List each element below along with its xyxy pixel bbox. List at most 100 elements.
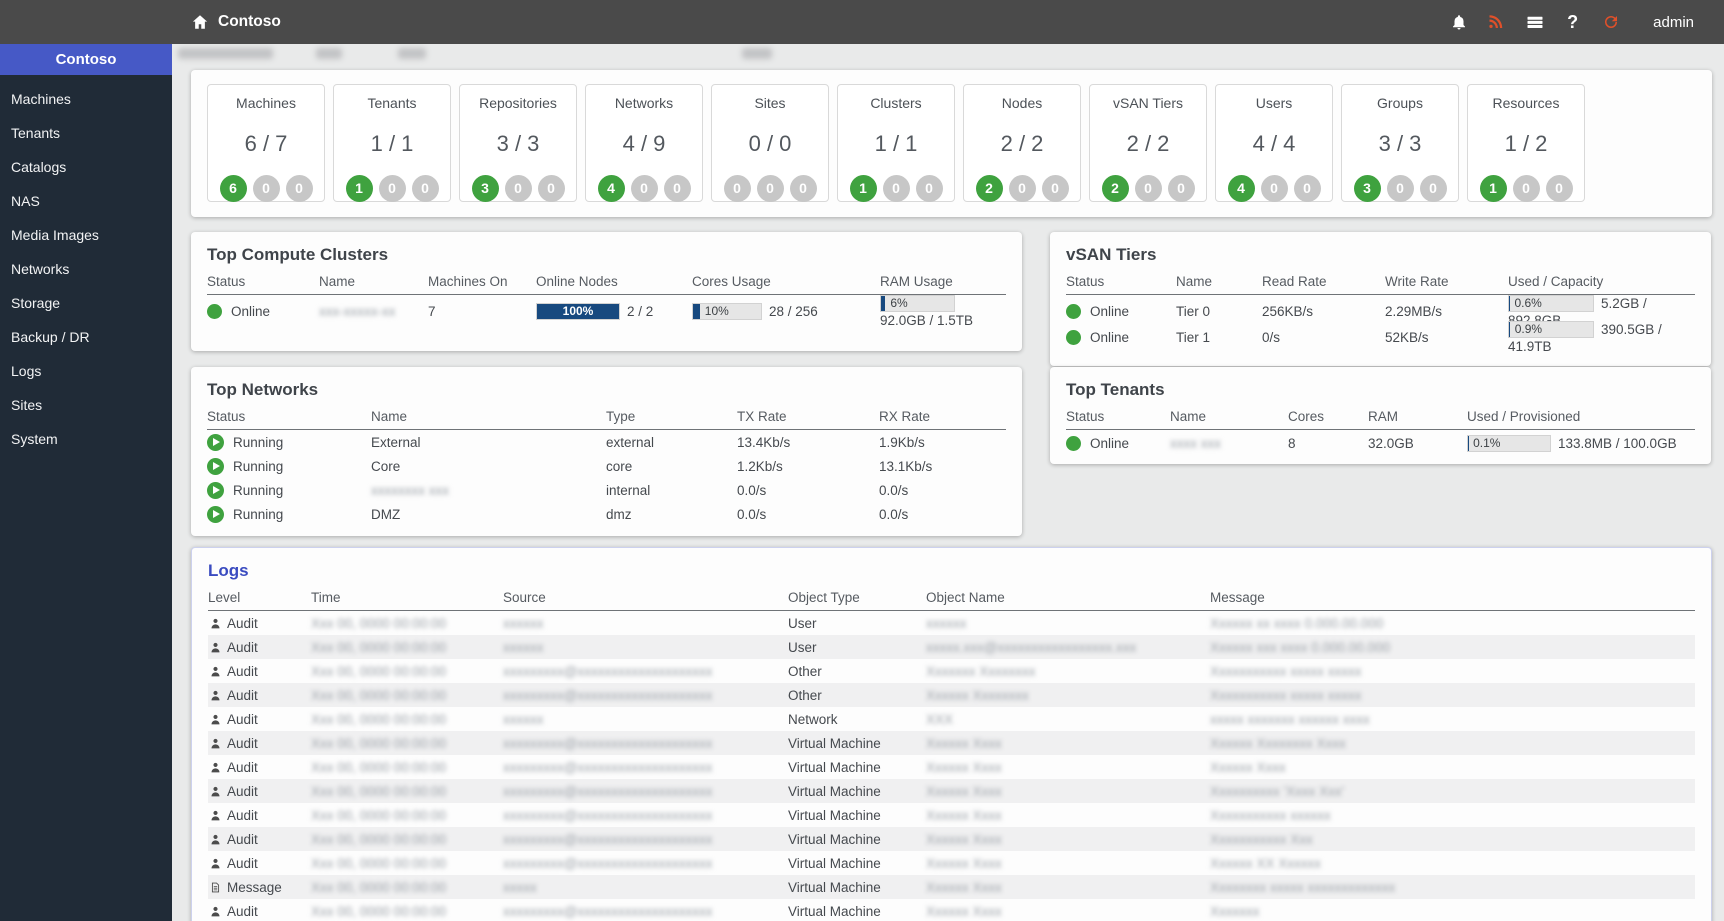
table-row[interactable]: Running External external 13.4Kb/s 1.9Kb… (207, 430, 1006, 454)
log-row[interactable]: AuditXxx 00, 0000 00:00:00xxxxxxxxx@xxxx… (208, 899, 1695, 921)
vsan-tiers-table: Status Name Read Rate Write Rate Used / … (1066, 274, 1695, 347)
stat-card-badges: 6 0 0 (208, 175, 324, 202)
sidebar-item-sites[interactable]: Sites (0, 388, 172, 422)
table-header: Status Name Read Rate Write Rate Used / … (1066, 274, 1695, 295)
sidebar-brand[interactable]: Contoso (0, 44, 172, 75)
rx-rate: 0.0/s (879, 483, 1006, 498)
sidebar-item-nas[interactable]: NAS (0, 184, 172, 218)
log-object-name-redacted: xxxxx.xxx@xxxxxxxxxxxxxxxxx.xxx (926, 640, 1210, 655)
table-header: Status Name Type TX Rate RX Rate (207, 409, 1006, 430)
tx-rate: 0.0/s (737, 483, 879, 498)
log-row[interactable]: AuditXxx 00, 0000 00:00:00xxxxxxUserxxxx… (208, 611, 1695, 635)
log-level-cell: Audit (208, 664, 311, 679)
table-row[interactable]: Running DMZ dmz 0.0/s 0.0/s (207, 502, 1006, 526)
badge-error: 0 (916, 175, 943, 202)
log-level-cell: Message (208, 880, 311, 895)
rx-rate: 1.9Kb/s (879, 435, 1006, 450)
log-level-cell: Audit (208, 640, 311, 655)
log-source-redacted: xxxxxxxxx@xxxxxxxxxxxxxxxxxxxx (503, 784, 788, 799)
stat-card-clusters[interactable]: Clusters 1 / 1 1 0 0 (837, 84, 955, 202)
stat-card-machines[interactable]: Machines 6 / 7 6 0 0 (207, 84, 325, 202)
stat-card-badges: 3 0 0 (1342, 175, 1458, 202)
stat-card-networks[interactable]: Networks 4 / 9 4 0 0 (585, 84, 703, 202)
sidebar-item-tenants[interactable]: Tenants (0, 116, 172, 150)
cluster-name-redacted: xxx-xxxxx-xx (319, 304, 428, 319)
help-icon[interactable]: ? (1563, 13, 1582, 32)
sidebar-item-networks[interactable]: Networks (0, 252, 172, 286)
log-object-name-redacted: Xxxxxxx Xxxxxxxx (926, 664, 1210, 679)
sidebar-item-media-images[interactable]: Media Images (0, 218, 172, 252)
log-message-redacted: Xxxxxxxxxxx xxxxxx (1210, 808, 1695, 823)
network-name: DMZ (371, 507, 606, 522)
log-row[interactable]: AuditXxx 00, 0000 00:00:00xxxxxxxxx@xxxx… (208, 683, 1695, 707)
logs-title-link[interactable]: Logs (192, 548, 1711, 590)
stat-card-count: 1 / 2 (1468, 131, 1584, 157)
refresh-icon[interactable] (1601, 13, 1620, 32)
log-object-type: Other (788, 664, 926, 679)
home-icon[interactable] (190, 13, 209, 32)
cores-usage-bar: 10% (692, 303, 762, 320)
badge-online: 1 (1480, 175, 1507, 202)
log-source-redacted: xxxxxxxxx@xxxxxxxxxxxxxxxxxxxx (503, 760, 788, 775)
sidebar-item-catalogs[interactable]: Catalogs (0, 150, 172, 184)
log-row[interactable]: AuditXxx 00, 0000 00:00:00xxxxxxxxx@xxxx… (208, 659, 1695, 683)
log-row[interactable]: AuditXxx 00, 0000 00:00:00xxxxxxxxx@xxxx… (208, 803, 1695, 827)
logs-table: Level Time Source Object Type Object Nam… (208, 590, 1695, 921)
table-row[interactable]: Online xxx-xxxxx-xx 7 100%2 / 2 10%28 / … (207, 295, 1006, 323)
log-time-redacted: Xxx 00, 0000 00:00:00 (311, 736, 503, 751)
log-row[interactable]: AuditXxx 00, 0000 00:00:00xxxxxxxxx@xxxx… (208, 731, 1695, 755)
audit-person-icon (210, 785, 221, 798)
table-row[interactable]: Online Tier 0 256KB/s 2.29MB/s 0.6%5.2GB… (1066, 295, 1695, 321)
log-message-redacted: Xxxxxxx (1210, 904, 1695, 919)
table-row[interactable]: Running xxxxxxxx xxx internal 0.0/s 0.0/… (207, 478, 1006, 502)
log-row[interactable]: AuditXxx 00, 0000 00:00:00xxxxxxxxx@xxxx… (208, 779, 1695, 803)
log-level-cell: Audit (208, 760, 311, 775)
stat-card-repositories[interactable]: Repositories 3 / 3 3 0 0 (459, 84, 577, 202)
app-breadcrumb[interactable]: Contoso (190, 13, 281, 32)
log-row[interactable]: AuditXxx 00, 0000 00:00:00xxxxxxUserxxxx… (208, 635, 1695, 659)
table-row[interactable]: Online xxxx xxx 8 32.0GB 0.1%133.8MB / 1… (1066, 430, 1695, 456)
col-used-provisioned: Used / Provisioned (1467, 409, 1695, 424)
console-sessions-icon[interactable] (1525, 13, 1544, 32)
col-object-type: Object Type (788, 590, 926, 605)
log-row[interactable]: AuditXxx 00, 0000 00:00:00xxxxxxNetworkX… (208, 707, 1695, 731)
stat-card-title: Nodes (964, 95, 1080, 111)
table-row[interactable]: Running Core core 1.2Kb/s 13.1Kb/s (207, 454, 1006, 478)
badge-warning: 0 (1261, 175, 1288, 202)
sidebar-item-system[interactable]: System (0, 422, 172, 456)
stat-card-vsan-tiers[interactable]: vSAN Tiers 2 / 2 2 0 0 (1089, 84, 1207, 202)
sidebar-item-logs[interactable]: Logs (0, 354, 172, 388)
log-object-name-redacted: Xxxxxx Xxxx (926, 856, 1210, 871)
stat-card-users[interactable]: Users 4 / 4 4 0 0 (1215, 84, 1333, 202)
rss-feed-icon[interactable] (1487, 13, 1506, 32)
stat-card-title: Networks (586, 95, 702, 111)
log-level-cell: Audit (208, 904, 311, 919)
badge-online: 1 (346, 175, 373, 202)
badge-error: 0 (286, 175, 313, 202)
log-level-cell: Audit (208, 856, 311, 871)
status-cell: Running (207, 506, 371, 523)
log-row[interactable]: AuditXxx 00, 0000 00:00:00xxxxxxxxx@xxxx… (208, 851, 1695, 875)
sidebar-item-storage[interactable]: Storage (0, 286, 172, 320)
write-rate: 52KB/s (1385, 330, 1508, 345)
log-row[interactable]: MessageXxx 00, 0000 00:00:00xxxxxVirtual… (208, 875, 1695, 899)
stat-card-nodes[interactable]: Nodes 2 / 2 2 0 0 (963, 84, 1081, 202)
user-menu[interactable]: admin (1653, 14, 1694, 31)
col-name: Name (319, 274, 428, 289)
stat-card-tenants[interactable]: Tenants 1 / 1 1 0 0 (333, 84, 451, 202)
stat-card-resources[interactable]: Resources 1 / 2 1 0 0 (1467, 84, 1585, 202)
notifications-bell-icon[interactable] (1449, 13, 1468, 32)
audit-person-icon (210, 713, 221, 726)
log-level-label: Audit (227, 856, 258, 871)
log-row[interactable]: AuditXxx 00, 0000 00:00:00xxxxxxxxx@xxxx… (208, 755, 1695, 779)
tier-name: Tier 0 (1176, 304, 1262, 319)
log-row[interactable]: AuditXxx 00, 0000 00:00:00xxxxxxxxx@xxxx… (208, 827, 1695, 851)
badge-warning: 0 (1135, 175, 1162, 202)
ram-usage-count: 92.0GB / 1.5TB (880, 313, 973, 328)
table-header: Status Name Machines On Online Nodes Cor… (207, 274, 1006, 295)
sidebar-item-machines[interactable]: Machines (0, 82, 172, 116)
stat-card-sites[interactable]: Sites 0 / 0 0 0 0 (711, 84, 829, 202)
table-row[interactable]: Online Tier 1 0/s 52KB/s 0.9%390.5GB / 4… (1066, 321, 1695, 347)
sidebar-item-backup-dr[interactable]: Backup / DR (0, 320, 172, 354)
stat-card-groups[interactable]: Groups 3 / 3 3 0 0 (1341, 84, 1459, 202)
